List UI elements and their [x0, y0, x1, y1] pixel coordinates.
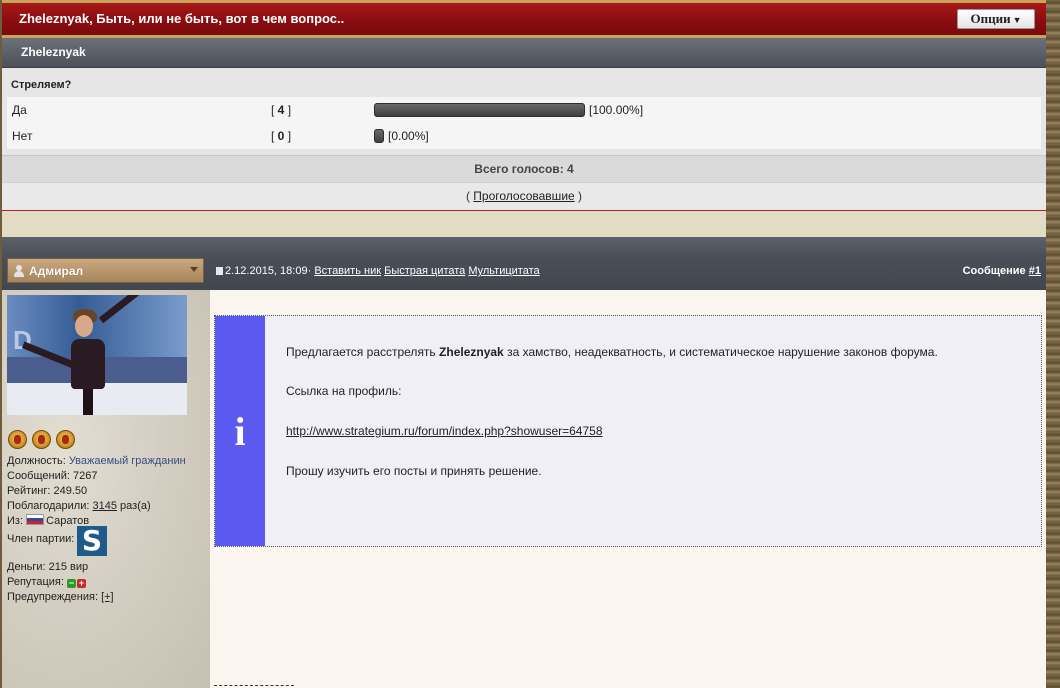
poll-option-label: Да: [12, 103, 27, 117]
user-sidebar: D Должность: Уважаемый гражданин Сообщен…: [2, 290, 210, 688]
user-posts: Сообщений: 7267: [7, 470, 98, 482]
user-thanks: Поблагодарили: 3145 раз(а): [7, 500, 151, 512]
notice-box: i Предлагается расстрелять Zheleznyak за…: [214, 315, 1042, 547]
user-reputation: Репутация: − +: [7, 576, 86, 588]
user-warnings: Предупреждения: [+]: [7, 591, 114, 603]
section-header: Zheleznyak: [2, 38, 1046, 68]
user-info: Должность: Уважаемый гражданин Сообщений…: [7, 454, 186, 603]
post-meta: 2.12.2015, 18:09· Вставить ник Быстрая ц…: [216, 265, 540, 277]
multiquote-link[interactable]: Мультицитата: [468, 265, 539, 277]
signature-separator: [214, 685, 294, 687]
post-date: 2.12.2015, 18:09: [225, 265, 308, 277]
profile-link[interactable]: http://www.strategium.ru/forum/index.php…: [286, 424, 603, 438]
meta-separator: ·: [307, 265, 312, 277]
post-number-link[interactable]: #1: [1029, 265, 1041, 277]
poll-option-count: [ 4 ]: [271, 103, 292, 117]
avatar-logo: D: [13, 325, 32, 355]
quick-quote-link[interactable]: Быстрая цитата: [384, 265, 465, 277]
avatar: D: [7, 295, 187, 415]
poll-option-percent: [0.00%]: [388, 129, 429, 143]
poll-option-count: [ 0 ]: [271, 129, 292, 143]
insert-nick-link[interactable]: Вставить ник: [314, 265, 381, 277]
poll-option-label: Нет: [12, 129, 33, 143]
medal-icon[interactable]: [32, 430, 51, 449]
topic-title: Zheleznyak, Быть, или не быть, вот в чем…: [19, 11, 345, 26]
forum-page: Zheleznyak, Быть, или не быть, вот в чем…: [0, 0, 1060, 688]
frame-border-right: [1046, 0, 1060, 688]
warnings-link[interactable]: [+]: [101, 591, 114, 603]
post-text-line: Прошу изучить его посты и принять решени…: [286, 464, 542, 478]
user-rank: Уважаемый гражданин: [68, 455, 186, 467]
post-header: Адмирал 2.12.2015, 18:09· Вставить ник Б…: [2, 237, 1046, 290]
poll-option-bar: [374, 129, 384, 143]
info-icon: i: [234, 409, 246, 454]
chevron-down-icon: [190, 267, 198, 272]
user-icon: [14, 265, 24, 277]
post-body: i Предлагается расстрелять Zheleznyak за…: [210, 290, 1046, 688]
user-position: Должность: Уважаемый гражданин: [7, 455, 186, 467]
post-link-icon[interactable]: [216, 267, 223, 275]
post-number: Сообщение #1: [963, 265, 1041, 277]
poll: Стреляем? Да [ 4 ] [100.00%] Нет [ 0 ] […: [2, 68, 1046, 211]
options-label: Опции: [970, 11, 1011, 26]
rep-minus-icon[interactable]: −: [66, 579, 76, 588]
poll-option-bar: [374, 103, 585, 117]
poll-option-percent: [100.00%]: [589, 103, 644, 117]
post-number-label: Сообщение: [962, 265, 1026, 277]
post-text-line: http://www.strategium.ru/forum/index.php…: [286, 424, 603, 438]
poll-option-row: Да [ 4 ] [100.00%]: [7, 97, 1041, 123]
awards: [8, 430, 80, 450]
voters-link[interactable]: Проголосовавшие: [473, 189, 574, 203]
target-username: Zheleznyak: [439, 345, 504, 359]
user-money: Деньги: 215 вир: [7, 561, 89, 573]
post-text-line: Предлагается расстрелять Zheleznyak за х…: [286, 345, 938, 359]
flag-ru-icon: [26, 514, 45, 525]
topic-title-bar: Zheleznyak, Быть, или не быть, вот в чем…: [2, 0, 1046, 38]
poll-options: Да [ 4 ] [100.00%] Нет [ 0 ] [0.00%]: [7, 97, 1041, 149]
spacer-strip: [2, 211, 1046, 237]
party-label: Член партии:: [7, 533, 75, 545]
author-dropdown[interactable]: Адмирал: [7, 258, 204, 283]
section-label: Zheleznyak: [21, 45, 86, 59]
poll-question: Стреляем?: [11, 79, 72, 91]
poll-option-row: Нет [ 0 ] [0.00%]: [7, 123, 1041, 149]
user-rating: Рейтинг: 249.50: [7, 485, 88, 497]
party-icon[interactable]: S: [77, 526, 107, 556]
medal-icon[interactable]: [56, 430, 75, 449]
options-button[interactable]: Опции ▼: [957, 9, 1035, 29]
chevron-down-icon: ▼: [1012, 15, 1022, 25]
post-text-line: Ссылка на профиль:: [286, 384, 402, 398]
poll-voters: ( Проголосовавшие ): [2, 182, 1046, 210]
thanks-count-link[interactable]: 3145: [93, 500, 117, 512]
author-name: Адмирал: [29, 264, 84, 278]
notice-stripe: i: [215, 316, 265, 546]
poll-total: Всего голосов: 4: [2, 155, 1046, 182]
medal-icon[interactable]: [8, 430, 27, 449]
rep-plus-icon[interactable]: +: [76, 579, 86, 588]
